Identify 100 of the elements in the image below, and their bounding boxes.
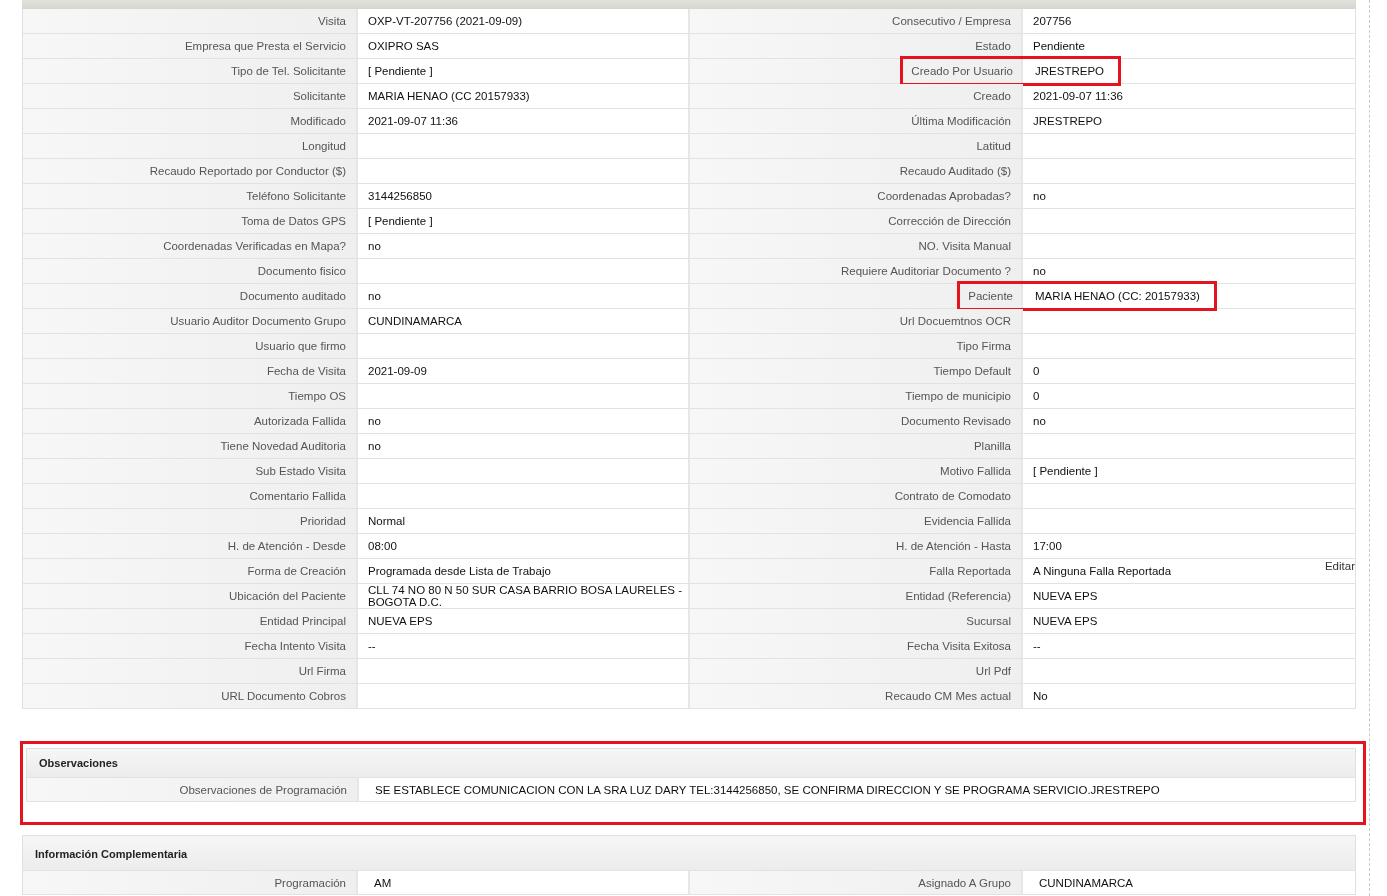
field-value: no bbox=[367, 290, 382, 302]
field-label: Fecha de Visita bbox=[265, 365, 347, 377]
field-value: no bbox=[1032, 415, 1047, 427]
field-label: Toma de Datos GPS bbox=[240, 215, 347, 227]
field-label: Visita bbox=[317, 15, 347, 27]
field-value: MARIA HENAO (CC: 20157933) bbox=[1023, 281, 1217, 311]
field-label: Contrato de Comodato bbox=[893, 490, 1012, 502]
field-value: [ Pendiente ] bbox=[367, 65, 434, 77]
field-value: Normal bbox=[367, 515, 407, 527]
field-label: Autorizada Fallida bbox=[252, 415, 347, 427]
field-label: Corrección de Dirección bbox=[887, 215, 1012, 227]
field-value: no bbox=[367, 440, 382, 452]
field-label: Entidad Principal bbox=[258, 615, 347, 627]
field-label: Url Firma bbox=[297, 665, 347, 677]
field-value: NUEVA EPS bbox=[1032, 590, 1099, 602]
field-value: AM bbox=[373, 876, 393, 889]
section-title: Observaciones bbox=[26, 748, 1356, 777]
field-label: Programación bbox=[273, 876, 347, 889]
field-label: URL Documento Cobros bbox=[220, 690, 347, 702]
field-label: Creado bbox=[972, 90, 1012, 102]
field-label: Recaudo Auditado ($) bbox=[898, 165, 1012, 177]
field-value: no bbox=[367, 240, 382, 252]
field-label: Usuario que firmo bbox=[254, 340, 347, 352]
field-label: Tipo de Tel. Solicitante bbox=[229, 65, 347, 77]
field-value: [ Pendiente ] bbox=[1032, 465, 1099, 477]
field-label: Empresa que Presta el Servicio bbox=[183, 40, 347, 52]
field-value: No bbox=[1032, 690, 1049, 702]
field-value: Pendiente bbox=[1032, 40, 1086, 52]
field-label: Requiere Auditoriar Documento ? bbox=[839, 265, 1012, 277]
field-label: Url Pdf bbox=[974, 665, 1012, 677]
field-label: Fecha Intento Visita bbox=[243, 640, 347, 652]
field-value: OXP-VT-207756 (2021-09-09) bbox=[367, 15, 524, 27]
field-value: 0 bbox=[1032, 365, 1041, 377]
field-value: CUNDINAMARCA bbox=[367, 315, 463, 327]
field-label: Modificado bbox=[289, 115, 347, 127]
field-label: Sub Estado Visita bbox=[254, 465, 347, 477]
field-label: Latitud bbox=[975, 140, 1012, 152]
field-value: NUEVA EPS bbox=[367, 615, 434, 627]
field-value: [ Pendiente ] bbox=[367, 215, 434, 227]
field-label: Consecutivo / Empresa bbox=[891, 15, 1012, 27]
field-label: Solicitante bbox=[291, 90, 347, 102]
field-value: CLL 74 NO 80 N 50 SUR CASA BARRIO BOSA LAURELES - BOGOTA D.C. bbox=[367, 584, 684, 608]
field-value: 2021-09-07 11:36 bbox=[1032, 90, 1124, 102]
field-label: Teléfono Solicitante bbox=[245, 190, 347, 202]
field-label: Ubicación del Paciente bbox=[228, 590, 347, 602]
field-value: OXIPRO SAS bbox=[367, 40, 440, 52]
field-label: Estado bbox=[974, 40, 1012, 52]
field-value: SE ESTABLECE COMUNICACION CON LA SRA LUZ DARY TEL:3144256850, SE CONFIRMA DIRECCION Y SE PROGRAMA SERVICIO.JRESTREPO bbox=[374, 783, 1161, 796]
field-value: no bbox=[1032, 190, 1047, 202]
field-value: no bbox=[1032, 265, 1047, 277]
field-value: 0 bbox=[1032, 390, 1041, 402]
field-label: Comentario Fallida bbox=[248, 490, 347, 502]
field-value: 3144256850 bbox=[367, 190, 433, 202]
field-value: NUEVA EPS bbox=[1032, 615, 1099, 627]
field-label: Documento Revisado bbox=[900, 415, 1012, 427]
field-value: 207756 bbox=[1032, 15, 1073, 27]
field-label: Evidencia Fallida bbox=[923, 515, 1012, 527]
section-title: Información Complementaria bbox=[22, 835, 1356, 870]
field-label: Forma de Creación bbox=[246, 565, 347, 577]
field-label: Motivo Fallida bbox=[939, 465, 1012, 477]
field-label: Coordenadas Verificadas en Mapa? bbox=[162, 240, 347, 252]
field-label: Tipo Firma bbox=[955, 340, 1012, 352]
field-label: Entidad (Referencia) bbox=[904, 590, 1012, 602]
field-value: no bbox=[367, 415, 382, 427]
field-value: JRESTREPO bbox=[1032, 115, 1103, 127]
field-label: Documento fisico bbox=[256, 265, 347, 277]
field-label: Sucursal bbox=[965, 615, 1012, 627]
field-value: 2021-09-07 11:36 bbox=[367, 115, 459, 127]
field-label: Usuario Auditor Documento Grupo bbox=[169, 315, 347, 327]
field-label: Última Modificación bbox=[910, 115, 1012, 127]
field-value: CUNDINAMARCA bbox=[1038, 876, 1134, 889]
field-label: Recaudo Reportado por Conductor ($) bbox=[148, 165, 347, 177]
field-label: Asignado A Grupo bbox=[917, 876, 1012, 889]
field-value: -- bbox=[1032, 640, 1042, 652]
field-value: A Ninguna Falla Reportada bbox=[1032, 565, 1173, 577]
field-label: Recaudo CM Mes actual bbox=[884, 690, 1012, 702]
field-label: Longitud bbox=[300, 140, 347, 152]
field-label: Planilla bbox=[972, 440, 1012, 452]
field-value: -- bbox=[367, 640, 377, 652]
field-value: MARIA HENAO (CC 20157933) bbox=[367, 90, 531, 102]
field-label: Observaciones de Programación bbox=[178, 783, 348, 796]
field-label: Coordenadas Aprobadas? bbox=[876, 190, 1012, 202]
field-value: 17:00 bbox=[1032, 540, 1063, 552]
field-label: Tiempo Default bbox=[932, 365, 1012, 377]
field-label: Prioridad bbox=[298, 515, 347, 527]
field-label: Falla Reportada bbox=[928, 565, 1012, 577]
field-label: Tiempo OS bbox=[287, 390, 347, 402]
field-label: Fecha Visita Exitosa bbox=[906, 640, 1012, 652]
field-label: Tiene Novedad Auditoria bbox=[219, 440, 347, 452]
field-label: NO. Visita Manual bbox=[917, 240, 1012, 252]
field-label: Url Docuemtnos OCR bbox=[898, 315, 1012, 327]
field-value: JRESTREPO bbox=[1023, 56, 1121, 86]
field-label: H. de Atención - Hasta bbox=[894, 540, 1012, 552]
field-value: 2021-09-09 bbox=[367, 365, 428, 377]
field-label: H. de Atención - Desde bbox=[226, 540, 347, 552]
field-value: 08:00 bbox=[367, 540, 398, 552]
field-label: Tiempo de municipio bbox=[904, 390, 1012, 402]
field-label: Documento auditado bbox=[238, 290, 347, 302]
edit-link[interactable]: Editar bbox=[1324, 560, 1355, 572]
field-value: Programada desde Lista de Trabajo bbox=[367, 565, 552, 577]
